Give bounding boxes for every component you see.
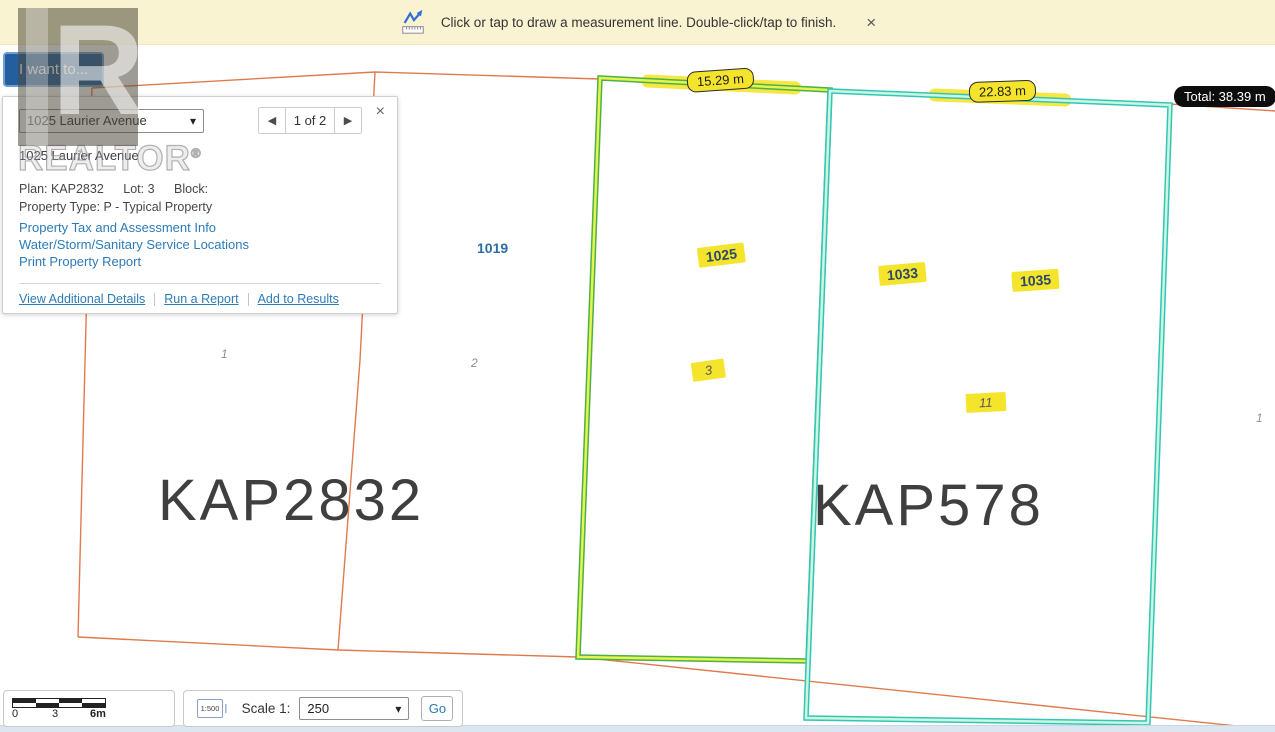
- scalebar-panel: 0 3 6m: [3, 690, 175, 727]
- scalebar-graphic: [12, 698, 106, 708]
- popup-close-icon[interactable]: ×: [376, 103, 385, 121]
- lot-number-label: 2: [471, 356, 478, 370]
- chevron-down-icon: ▾: [190, 114, 196, 128]
- ibeam-cursor-icon: I: [224, 701, 228, 716]
- property-title: 1025 Laurier Avenue: [19, 148, 381, 163]
- banner-message: Click or tap to draw a measurement line.…: [441, 15, 836, 30]
- plan-label-kap578: KAP578: [813, 472, 1044, 539]
- i-want-to-button[interactable]: I want to...: [3, 52, 104, 87]
- lot-value: Lot: 3: [123, 182, 154, 196]
- plan-lot-block-line: Plan: KAP2832 Lot: 3 Block:: [19, 182, 381, 196]
- measurement-total-label: Total: 38.39 m: [1174, 86, 1275, 107]
- pager-prev-button[interactable]: ◀: [259, 108, 285, 133]
- scalebar-tick-3: 3: [52, 708, 58, 720]
- separator: [248, 293, 249, 306]
- link-service-locations[interactable]: Water/Storm/Sanitary Service Locations: [19, 236, 381, 253]
- run-a-report-link[interactable]: Run a Report: [164, 292, 238, 306]
- scale-input-icon: 1:500: [197, 699, 223, 718]
- scale-control-panel: 1:500 I Scale 1: 250 ▾ Go: [183, 690, 463, 727]
- scalebar-tick-6m: 6m: [90, 708, 106, 720]
- scalebar-tick-0: 0: [12, 708, 18, 720]
- scale-select-dropdown[interactable]: 250 ▾: [299, 697, 409, 720]
- lot-number-label-11: 11: [966, 392, 1006, 413]
- pager-status: 1 of 2: [285, 108, 335, 133]
- lot-number-label: 1: [1256, 411, 1263, 425]
- view-additional-details-link[interactable]: View Additional Details: [19, 292, 145, 306]
- link-print-property-report[interactable]: Print Property Report: [19, 253, 381, 270]
- result-pager: ◀ 1 of 2 ▶: [258, 107, 362, 134]
- scale-select-value: 250: [307, 701, 329, 716]
- pager-next-button[interactable]: ▶: [335, 108, 361, 133]
- popup-divider: [19, 283, 381, 284]
- address-label-1033: 1033: [878, 262, 927, 286]
- scale-label: Scale 1:: [242, 701, 291, 716]
- property-type-line: Property Type: P - Typical Property: [19, 200, 381, 214]
- block-value: Block:: [174, 182, 208, 196]
- address-label-1035: 1035: [1011, 269, 1059, 292]
- scale-go-button[interactable]: Go: [421, 696, 453, 721]
- property-info-popup: 1025 Laurier Avenue ▾ ◀ 1 of 2 ▶ × 1025 …: [2, 96, 398, 314]
- plan-label-kap2832: KAP2832: [158, 467, 424, 534]
- address-label-1019: 1019: [477, 240, 508, 256]
- measurement-segment-label: 22.83 m: [969, 80, 1037, 103]
- gis-map-viewer: KAP2832 KAP578 1019 1025 1033 1035 1 2 3…: [0, 0, 1275, 732]
- lot-number-label: 1: [221, 347, 228, 361]
- result-selector-value: 1025 Laurier Avenue: [27, 113, 147, 128]
- result-selector-dropdown[interactable]: 1025 Laurier Avenue ▾: [19, 109, 204, 133]
- measure-line-icon: [399, 8, 427, 36]
- link-property-tax-info[interactable]: Property Tax and Assessment Info: [19, 219, 381, 236]
- banner-close-icon[interactable]: ×: [866, 14, 876, 31]
- plan-value: Plan: KAP2832: [19, 182, 104, 196]
- chevron-down-icon: ▾: [395, 702, 401, 716]
- add-to-results-link[interactable]: Add to Results: [258, 292, 339, 306]
- measurement-tool-banner: Click or tap to draw a measurement line.…: [0, 0, 1275, 45]
- separator: [154, 293, 155, 306]
